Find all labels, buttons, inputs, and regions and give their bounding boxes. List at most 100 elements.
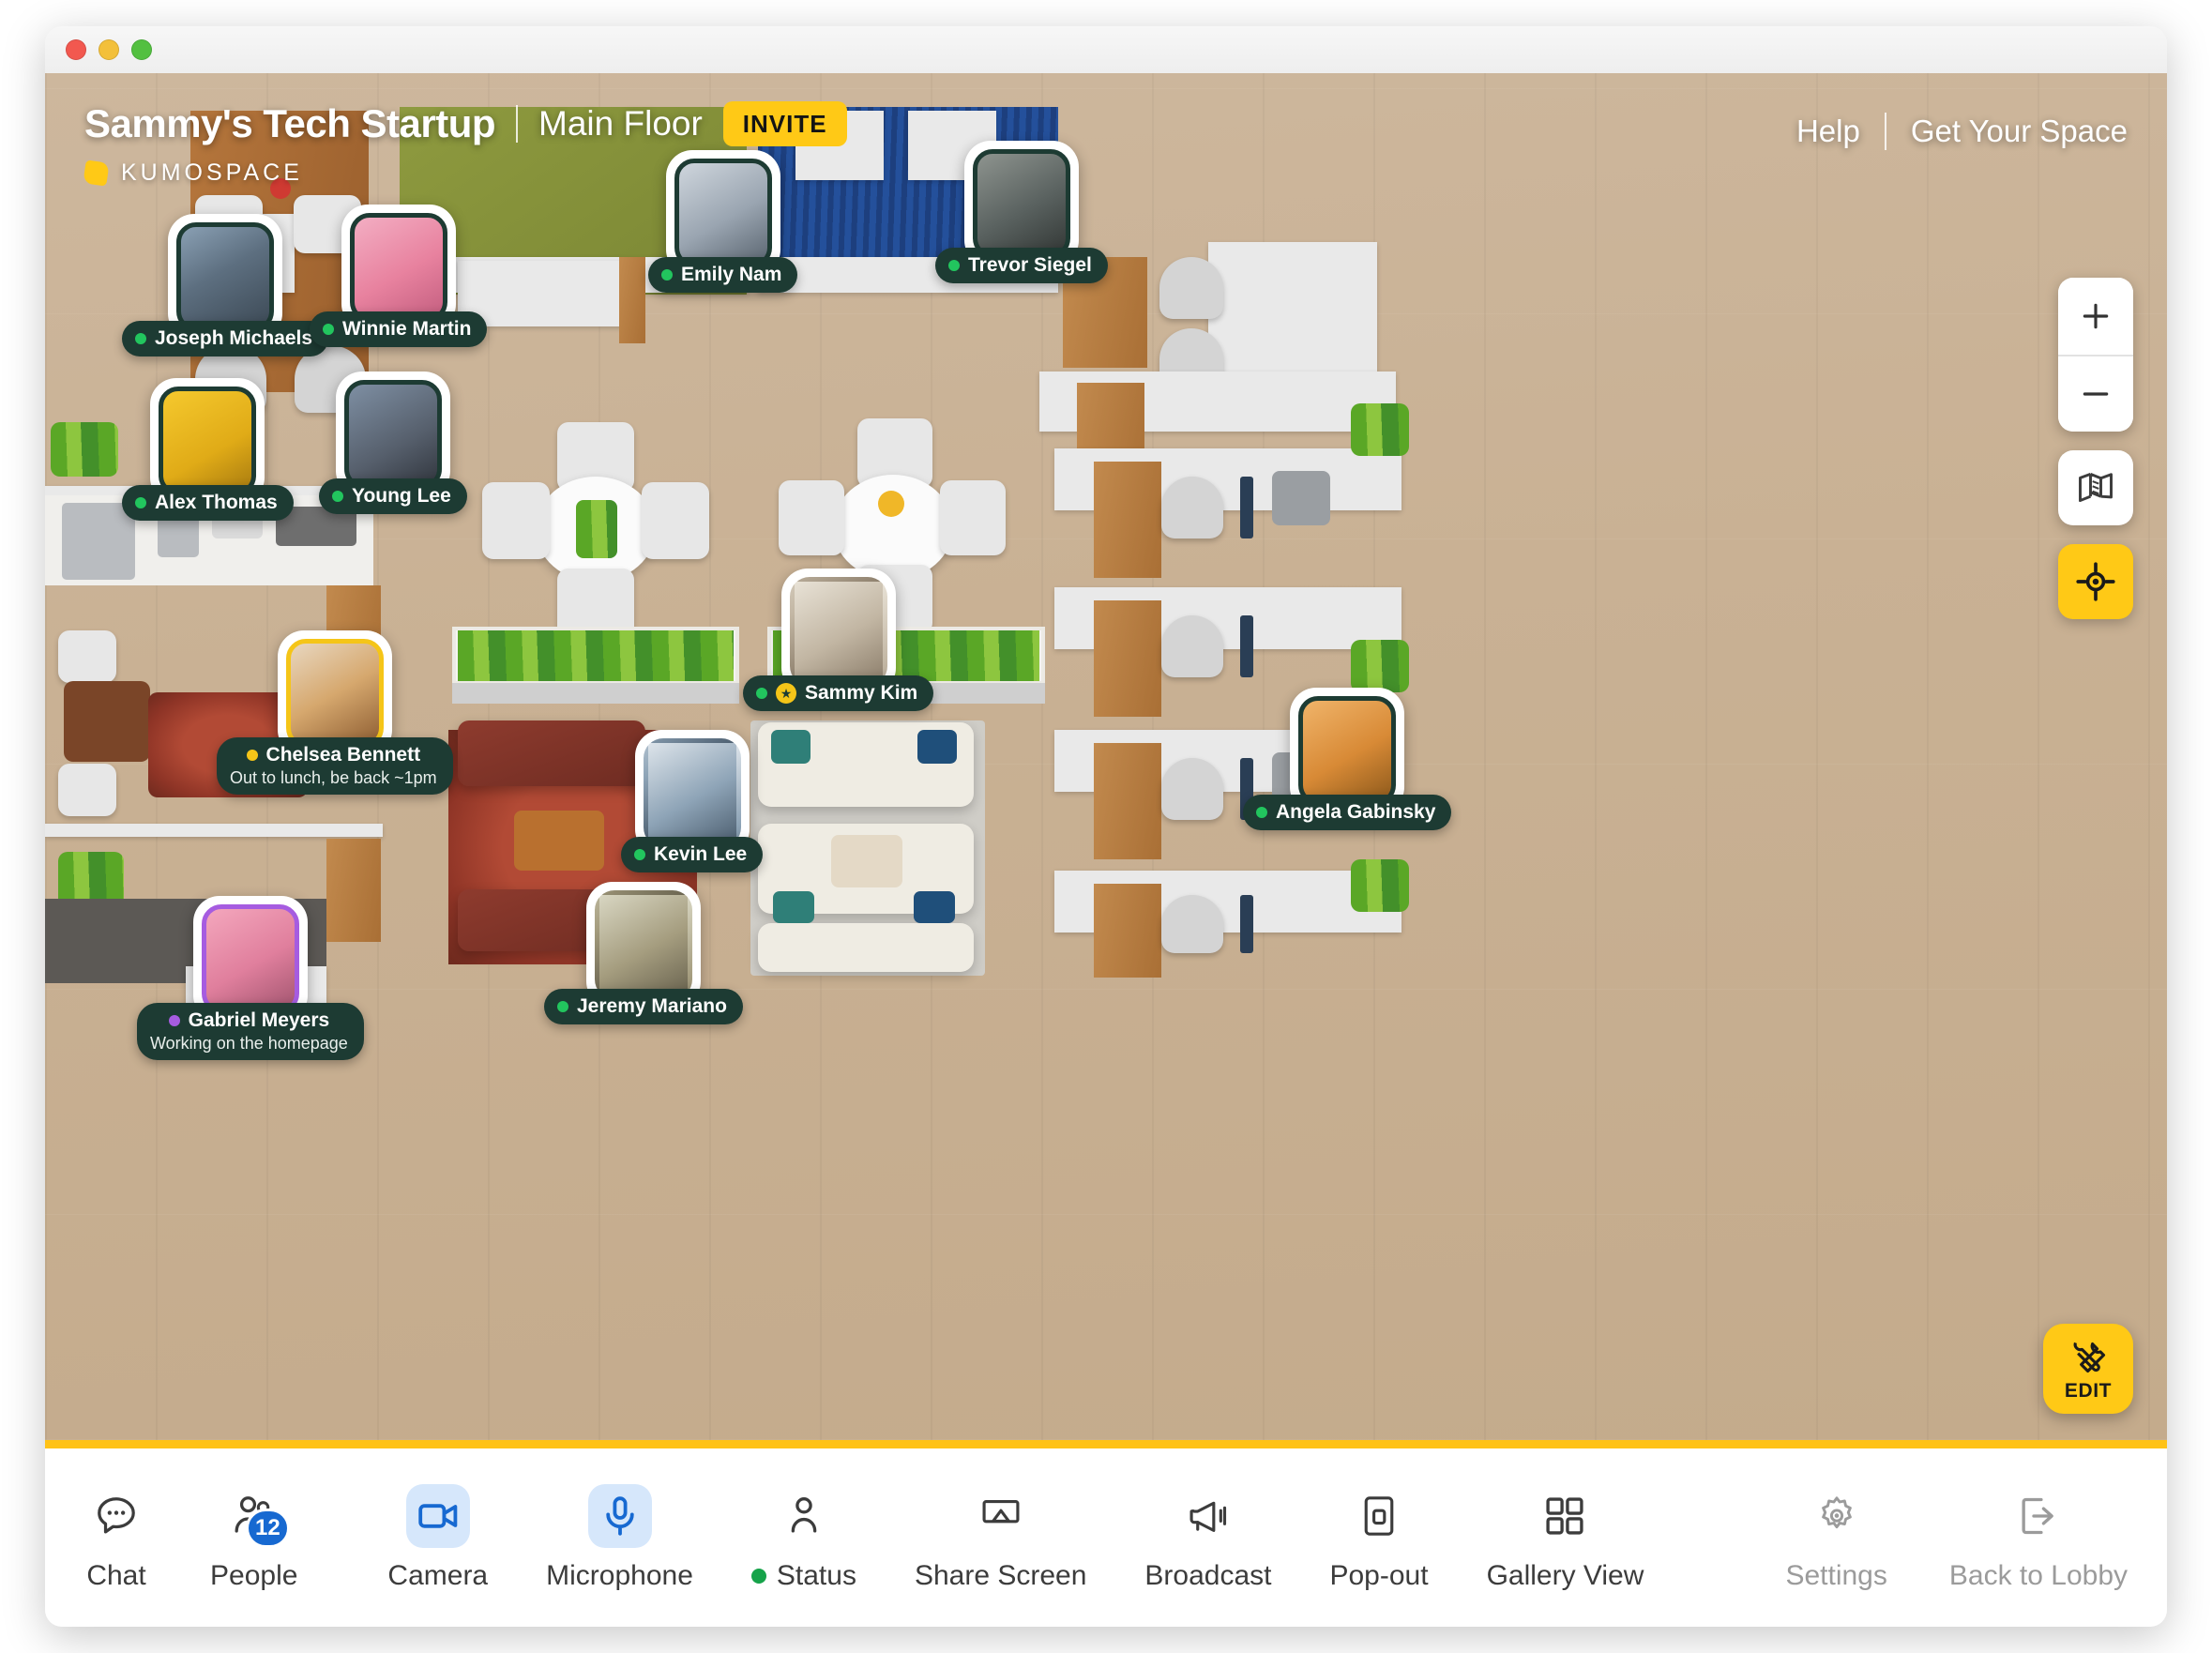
- presence-dot: [756, 688, 767, 699]
- page-title: Sammy's Tech Startup: [84, 101, 496, 145]
- toolbar-item-share-screen[interactable]: Share Screen: [915, 1484, 1086, 1592]
- host-star-icon: ★: [776, 683, 796, 704]
- toolbar-item-label: Broadcast: [1144, 1560, 1271, 1592]
- brand-name: KUMOSPACE: [121, 159, 303, 186]
- participant-avatar[interactable]: Jeremy Mariano: [544, 882, 743, 1024]
- toolbar-item-gallery-view[interactable]: Gallery View: [1487, 1484, 1644, 1592]
- avatar-video-tile[interactable]: [285, 639, 384, 748]
- participant-name-badge[interactable]: Alex Thomas: [122, 485, 294, 521]
- toolbar-item-label: Status: [750, 1560, 856, 1592]
- avatar-video-tile[interactable]: [176, 222, 275, 331]
- participant-name-badge[interactable]: Young Lee: [319, 478, 467, 514]
- zoom-out-button[interactable]: [2058, 355, 2133, 432]
- participant-name-badge[interactable]: Joseph Michaels: [122, 321, 329, 356]
- participant-avatar[interactable]: Kevin Lee: [621, 730, 764, 872]
- participant-avatar[interactable]: Chelsea Bennett Out to lunch, be back ~1…: [217, 630, 453, 795]
- participant-name: Chelsea Bennett: [265, 744, 421, 766]
- maximize-button[interactable]: [131, 39, 152, 60]
- minus-icon: [2083, 392, 2109, 396]
- presence-dot: [135, 497, 146, 508]
- get-your-space-link[interactable]: Get Your Space: [1911, 114, 2128, 149]
- toolbar-right-group: Settings Back to Lobby: [1785, 1484, 2128, 1592]
- avatar-video-tile[interactable]: [789, 577, 887, 686]
- person-icon: [772, 1484, 836, 1548]
- participant-name: Kevin Lee: [654, 843, 748, 865]
- toolbar-item-back-to-lobby[interactable]: Back to Lobby: [1949, 1484, 2128, 1592]
- presence-dot: [1256, 807, 1267, 818]
- toolbar-item-label: Settings: [1785, 1560, 1886, 1592]
- participant-name-badge[interactable]: Winnie Martin: [310, 311, 488, 347]
- participant-status-text: Working on the homepage: [150, 1034, 348, 1053]
- toolbar-item-broadcast[interactable]: Broadcast: [1144, 1484, 1271, 1592]
- avatar-video-tile[interactable]: [643, 738, 741, 847]
- participant-avatar[interactable]: Gabriel Meyers Working on the homepage: [137, 896, 364, 1060]
- participant-avatar[interactable]: Young Lee: [319, 372, 467, 514]
- toolbar-label-text: Camera: [387, 1559, 489, 1591]
- app-window: Sammy's Tech Startup Main Floor INVITE K…: [45, 26, 2167, 1627]
- toolbar-item-camera[interactable]: Camera: [387, 1483, 489, 1592]
- toolbar-item-status[interactable]: Status: [750, 1484, 856, 1592]
- gear-icon: [1805, 1484, 1869, 1548]
- brand-logo: KUMOSPACE: [83, 159, 847, 187]
- virtual-office-canvas[interactable]: Sammy's Tech Startup Main Floor INVITE K…: [45, 73, 2167, 1448]
- toolbar-item-microphone[interactable]: Microphone: [546, 1483, 693, 1592]
- toolbar-label-text: Chat: [86, 1559, 146, 1591]
- top-right-divider: [1884, 113, 1886, 150]
- participant-name-badge[interactable]: ★ Sammy Kim: [743, 675, 934, 711]
- toolbar-item-chat[interactable]: Chat: [84, 1484, 148, 1592]
- avatar-video-tile[interactable]: [159, 387, 257, 495]
- participant-name-badge[interactable]: Chelsea Bennett Out to lunch, be back ~1…: [217, 737, 453, 795]
- map-icon: [2079, 472, 2113, 503]
- participant-avatar[interactable]: Trevor Siegel: [935, 141, 1108, 283]
- avatar-video-tile[interactable]: [972, 149, 1070, 258]
- toolbar-center-group: Camera Microphone Status Share Screen Br…: [387, 1483, 1644, 1592]
- participant-name-badge[interactable]: Kevin Lee: [621, 837, 764, 872]
- participant-name: Emily Nam: [681, 264, 782, 285]
- tools-icon: [2073, 1342, 2106, 1373]
- toolbar-label-text: Share Screen: [914, 1559, 1087, 1591]
- zoom-in-button[interactable]: [2058, 278, 2133, 355]
- participant-name-badge[interactable]: Gabriel Meyers Working on the homepage: [137, 1003, 364, 1060]
- toolbar-item-settings[interactable]: Settings: [1785, 1484, 1887, 1592]
- participant-name: Joseph Michaels: [155, 327, 313, 349]
- presence-dot: [557, 1001, 568, 1012]
- participant-avatar[interactable]: Alex Thomas: [122, 378, 294, 521]
- participant-name-badge[interactable]: Emily Nam: [648, 257, 798, 293]
- help-link[interactable]: Help: [1796, 114, 1860, 149]
- participant-name-badge[interactable]: Trevor Siegel: [935, 248, 1108, 283]
- participant-name-badge[interactable]: Angela Gabinsky: [1243, 795, 1452, 830]
- toolbar-item-label: Back to Lobby: [1949, 1560, 2128, 1592]
- minimize-button[interactable]: [98, 39, 119, 60]
- toolbar-item-label: People: [210, 1560, 297, 1592]
- toolbar-left-group: Chat 12 People: [84, 1484, 297, 1592]
- participant-name: Jeremy Mariano: [577, 995, 727, 1017]
- close-button[interactable]: [66, 39, 86, 60]
- participant-avatar[interactable]: Winnie Martin: [310, 205, 488, 347]
- avatar-video-tile[interactable]: [343, 380, 442, 489]
- toolbar-item-pop-out[interactable]: Pop-out: [1329, 1484, 1429, 1592]
- participant-name: Alex Thomas: [155, 492, 278, 513]
- participant-status-text: Out to lunch, be back ~1pm: [230, 768, 437, 787]
- status-indicator-dot: [750, 1568, 766, 1584]
- edit-button-label: EDIT: [2064, 1380, 2113, 1402]
- participant-avatar[interactable]: Angela Gabinsky: [1243, 688, 1452, 830]
- participant-name: Trevor Siegel: [968, 254, 1092, 276]
- room-name: Main Floor: [538, 104, 703, 143]
- window-titlebar: [45, 26, 2167, 73]
- avatar-video-tile[interactable]: [349, 213, 447, 322]
- toolbar-item-people[interactable]: 12 People: [210, 1484, 297, 1592]
- recenter-button[interactable]: [2058, 544, 2133, 619]
- invite-button[interactable]: INVITE: [722, 101, 847, 146]
- toolbar-label-text: Gallery View: [1486, 1559, 1644, 1591]
- avatar-video-tile[interactable]: [1298, 696, 1397, 805]
- minimap-button[interactable]: [2058, 450, 2133, 525]
- participant-name-badge[interactable]: Jeremy Mariano: [544, 989, 743, 1024]
- toolbar-label-text: Pop-out: [1329, 1559, 1429, 1591]
- toolbar-label-text: People: [210, 1559, 298, 1591]
- participant-avatar[interactable]: Joseph Michaels: [122, 214, 329, 356]
- avatar-video-tile[interactable]: [201, 904, 299, 1013]
- participant-avatar[interactable]: ★ Sammy Kim: [743, 569, 934, 711]
- avatar-video-tile[interactable]: [594, 890, 692, 999]
- edit-space-button[interactable]: EDIT: [2043, 1324, 2133, 1414]
- microphone-icon: [587, 1483, 652, 1548]
